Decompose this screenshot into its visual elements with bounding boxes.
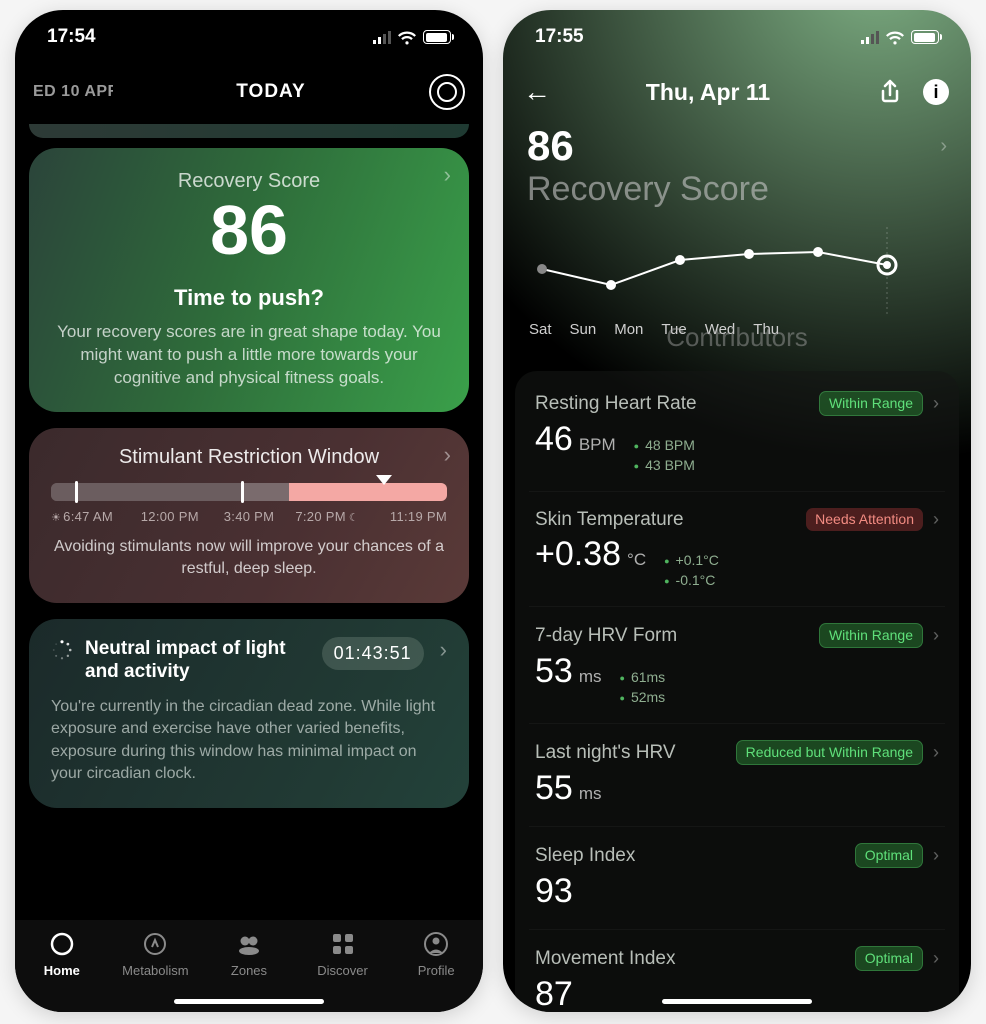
- reference-range: 48 BPM 43 BPM: [634, 437, 695, 473]
- light-title: Neutral impact of light and activity: [85, 637, 310, 685]
- metric-sleep-index[interactable]: Sleep Index Optimal › 93: [529, 827, 945, 930]
- score-label: Recovery Score: [503, 170, 971, 209]
- info-button[interactable]: i: [921, 77, 951, 107]
- chevron-right-icon: ›: [940, 135, 947, 158]
- status-indicators: [373, 30, 451, 44]
- tab-bar: Home Metabolism Zones Discover Profile: [15, 920, 483, 1012]
- chevron-right-icon: ›: [933, 845, 939, 866]
- metrics-list: Resting Heart Rate Within Range › 46 BPM…: [515, 371, 959, 1012]
- light-card[interactable]: Neutral impact of light and activity 01:…: [29, 619, 469, 808]
- clock: 17:55: [535, 26, 584, 48]
- recovery-subtitle: Time to push?: [51, 285, 447, 311]
- today-label: TODAY: [236, 81, 305, 103]
- detail-nav: ← Thu, Apr 11 i: [503, 64, 971, 120]
- status-badge: Optimal: [855, 843, 923, 868]
- stimulant-timeline: [51, 483, 447, 501]
- reference-range: 61ms 52ms: [620, 669, 666, 705]
- chevron-right-icon: ›: [440, 637, 447, 663]
- status-badge: Reduced but Within Range: [736, 740, 923, 765]
- cellular-icon: [373, 30, 391, 44]
- sunset-icon: ☾: [349, 512, 359, 524]
- chevron-right-icon: ›: [444, 162, 451, 188]
- metric-resting-heart-rate[interactable]: Resting Heart Rate Within Range › 46 BPM…: [529, 375, 945, 492]
- status-bar: 17:55: [503, 10, 971, 64]
- recovery-card[interactable]: › Recovery Score 86 Time to push? Your r…: [29, 148, 469, 412]
- discover-icon: [329, 930, 357, 958]
- share-button[interactable]: [875, 77, 905, 107]
- tab-discover[interactable]: Discover: [296, 930, 390, 978]
- reference-range: +0.1°C -0.1°C: [664, 552, 719, 588]
- zones-icon: [235, 930, 263, 958]
- metric-last-night-hrv[interactable]: Last night's HRV Reduced but Within Rang…: [529, 724, 945, 827]
- battery-icon: [911, 30, 939, 44]
- status-badge: Optimal: [855, 946, 923, 971]
- stimulant-body: Avoiding stimulants now will improve you…: [51, 536, 447, 581]
- battery-icon: [423, 30, 451, 44]
- chevron-right-icon: ›: [933, 509, 939, 530]
- tab-metabolism[interactable]: Metabolism: [109, 930, 203, 978]
- chevron-right-icon: ›: [933, 742, 939, 763]
- tab-home[interactable]: Home: [15, 930, 109, 978]
- chevron-right-icon: ›: [933, 625, 939, 646]
- status-badge: Needs Attention: [806, 508, 923, 531]
- previous-date[interactable]: ED 10 APR: [33, 83, 113, 101]
- recovery-title: Recovery Score: [51, 170, 447, 193]
- stimulant-times: ☀6:47 AM 12:00 PM 3:40 PM 7:20 PM☾ 11:19…: [51, 509, 447, 524]
- profile-icon: [422, 930, 450, 958]
- chevron-right-icon: ›: [933, 393, 939, 414]
- now-marker-icon: [376, 475, 392, 485]
- light-body: You're currently in the circadian dead z…: [51, 696, 447, 786]
- ring-mode-button[interactable]: [429, 74, 465, 110]
- trend-chart[interactable]: [527, 227, 947, 317]
- score-value: 86: [527, 122, 574, 170]
- score-header[interactable]: 86 ›: [503, 120, 971, 170]
- date-nav: ED 10 APR TODAY: [15, 64, 483, 124]
- metric-skin-temperature[interactable]: Skin Temperature Needs Attention › +0.38…: [529, 492, 945, 607]
- metric-hrv-form[interactable]: 7-day HRV Form Within Range › 53 ms 61ms…: [529, 607, 945, 724]
- home-icon: [48, 930, 76, 958]
- status-badge: Within Range: [819, 391, 923, 416]
- detail-date: Thu, Apr 11: [557, 79, 859, 106]
- home-screen: 17:54 ED 10 APR TODAY › Recovery Score 8…: [15, 10, 483, 1012]
- card-teaser: [29, 124, 469, 138]
- clock: 17:54: [47, 26, 96, 48]
- cellular-icon: [861, 30, 879, 44]
- info-icon: i: [923, 79, 949, 105]
- home-indicator[interactable]: [662, 999, 812, 1004]
- back-button[interactable]: ←: [523, 76, 551, 108]
- recovery-score: 86: [51, 195, 447, 265]
- tab-zones[interactable]: Zones: [202, 930, 296, 978]
- status-badge: Within Range: [819, 623, 923, 648]
- countdown-timer: 01:43:51: [322, 637, 424, 670]
- metabolism-icon: [141, 930, 169, 958]
- recovery-body: Your recovery scores are in great shape …: [51, 321, 447, 390]
- sunrise-icon: ☀: [51, 512, 61, 524]
- status-bar: 17:54: [15, 10, 483, 64]
- wifi-icon: [397, 30, 417, 44]
- wifi-icon: [885, 30, 905, 44]
- tab-profile[interactable]: Profile: [389, 930, 483, 978]
- stimulant-card[interactable]: › Stimulant Restriction Window ☀6:47 AM …: [29, 428, 469, 603]
- chevron-right-icon: ›: [444, 442, 451, 468]
- home-indicator[interactable]: [174, 999, 324, 1004]
- detail-screen: 17:55 ← Thu, Apr 11 i 86 › Recovery Scor…: [503, 10, 971, 1012]
- stimulant-title: Stimulant Restriction Window: [51, 446, 447, 469]
- chevron-right-icon: ›: [933, 948, 939, 969]
- loading-icon: [51, 639, 73, 661]
- status-indicators: [861, 30, 939, 44]
